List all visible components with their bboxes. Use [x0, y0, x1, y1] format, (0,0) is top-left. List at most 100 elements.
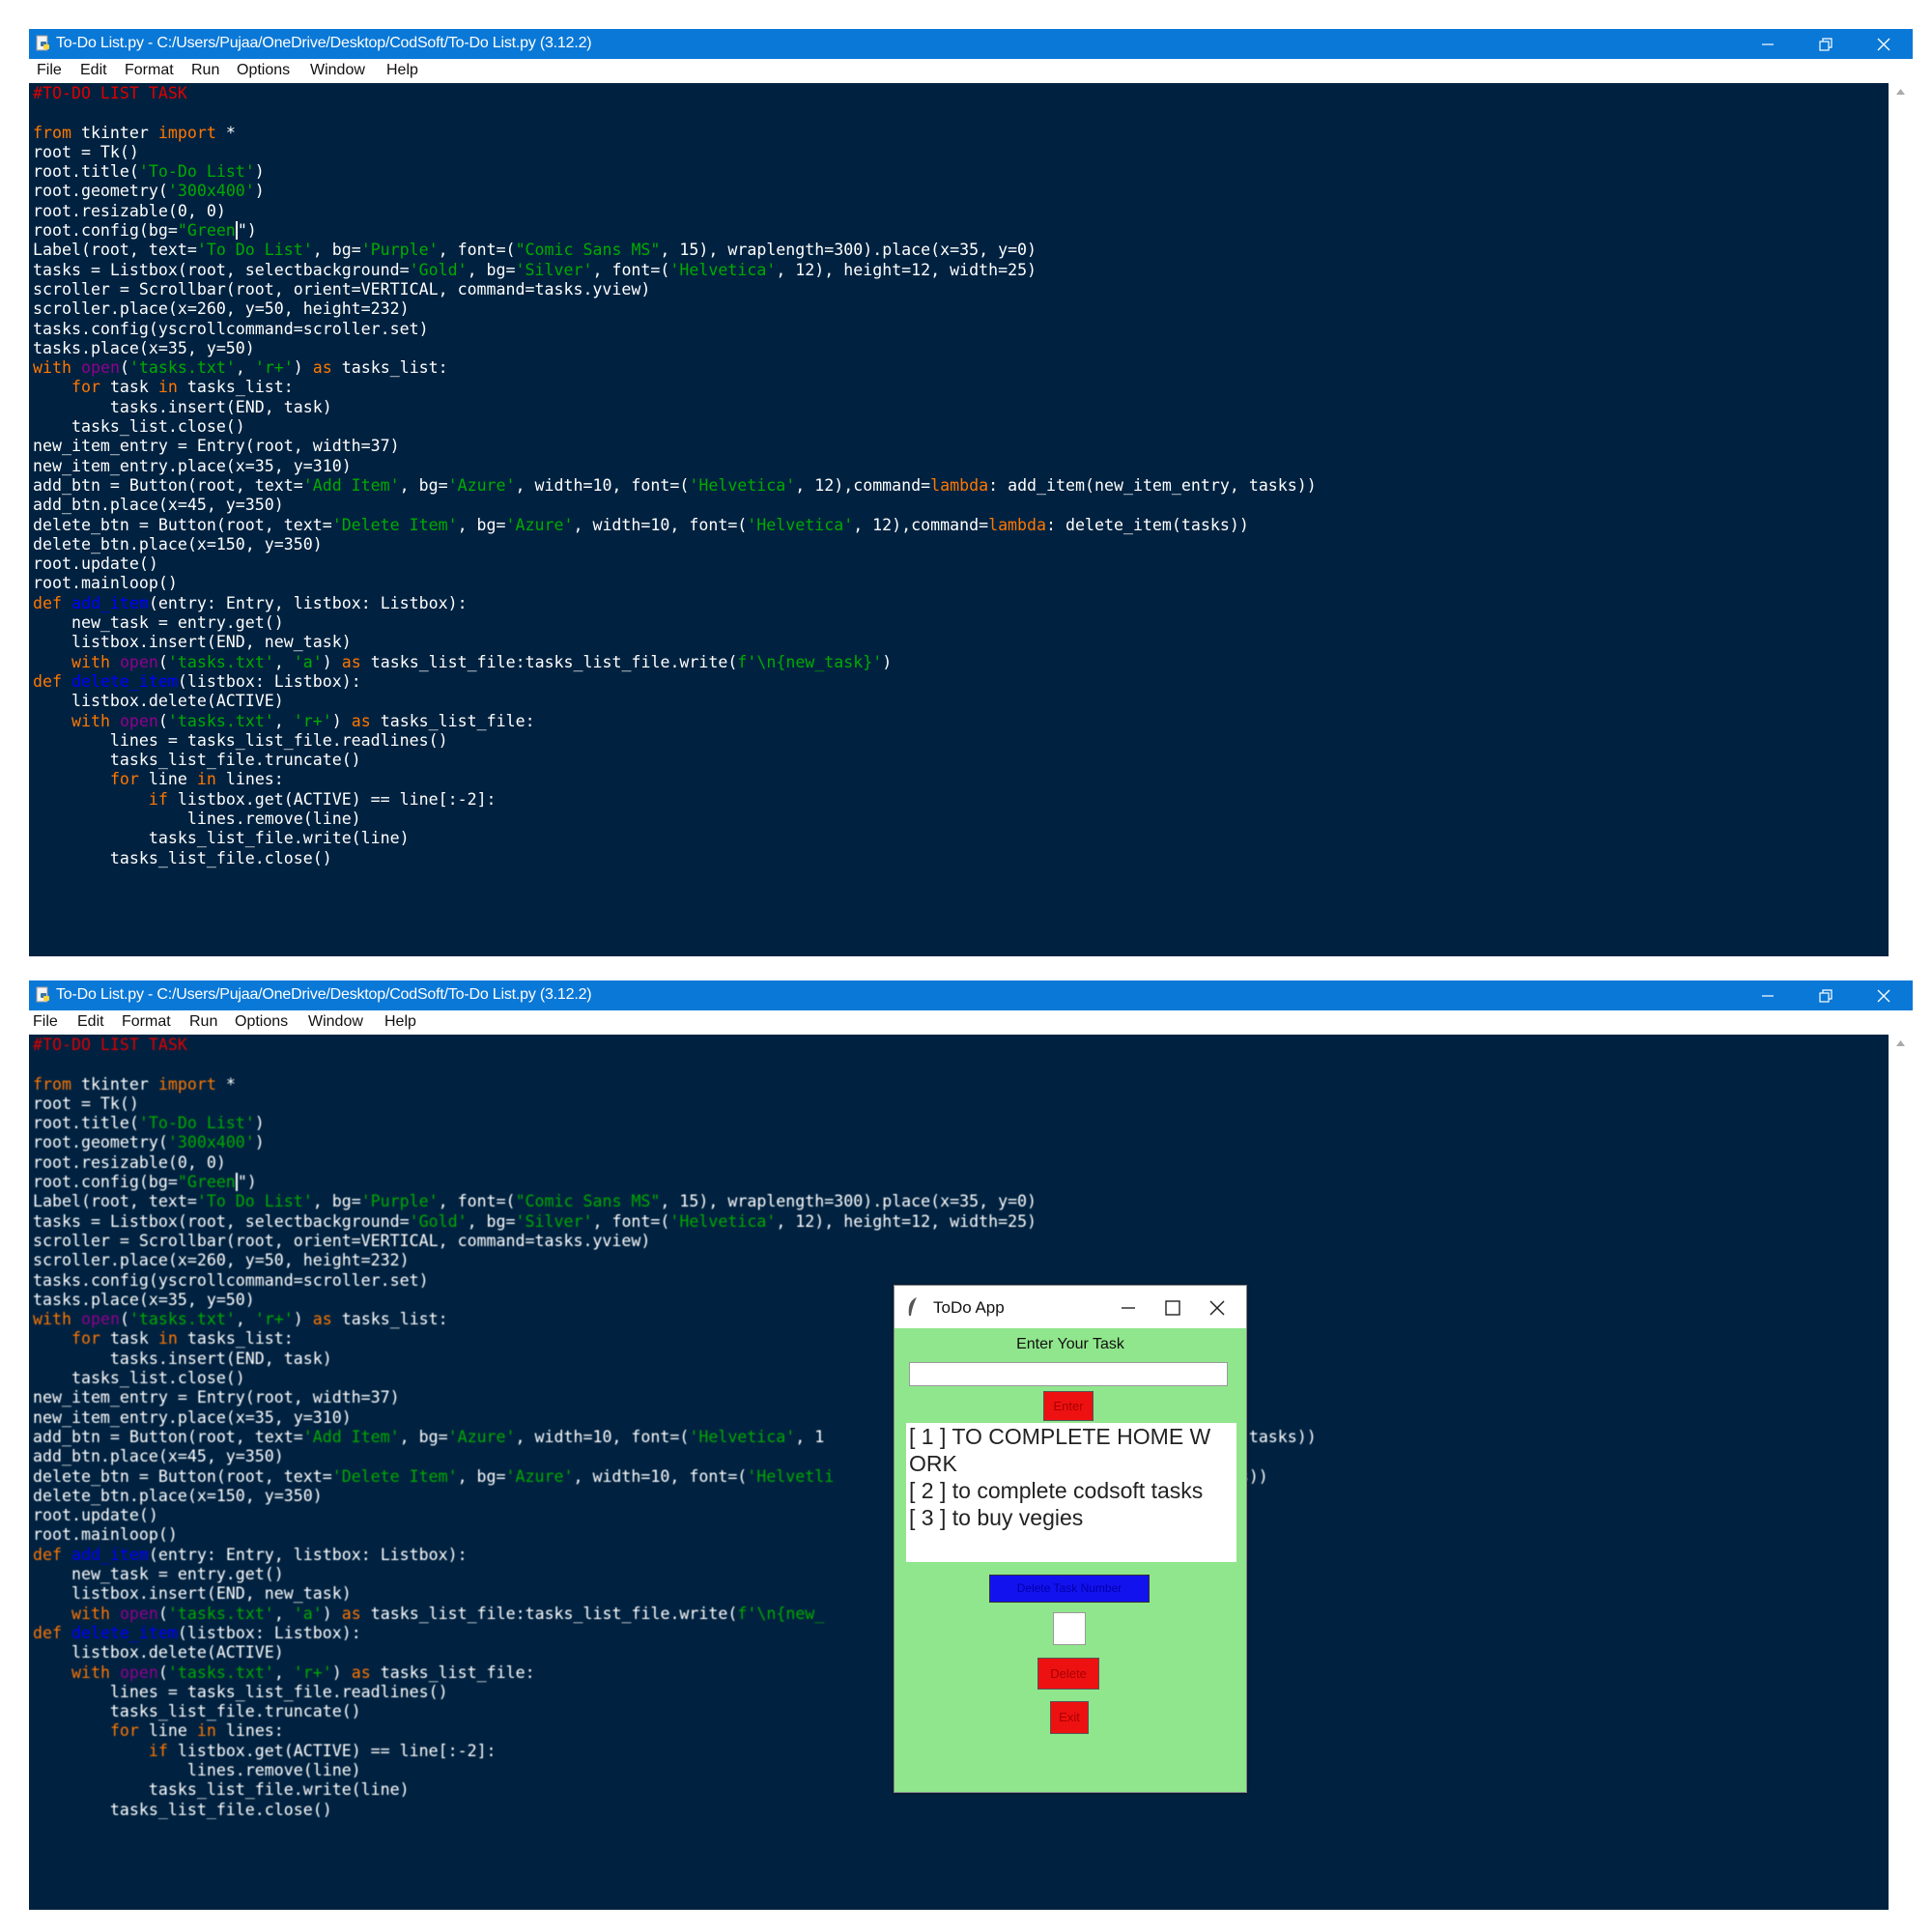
- vertical-scrollbar[interactable]: [1889, 1035, 1913, 1910]
- menu-window[interactable]: Window: [310, 62, 365, 79]
- code-line[interactable]: root.config(bg="Green "): [33, 1173, 1317, 1192]
- code-line[interactable]: listbox.delete(ACTIVE): [33, 692, 1317, 711]
- code-line[interactable]: root.title('To-Do List'): [33, 1114, 1317, 1133]
- close-button[interactable]: [1855, 29, 1913, 59]
- code-line[interactable]: tasks.config(yscrollcommand=scroller.set…: [33, 320, 1317, 339]
- menu-edit[interactable]: Edit: [80, 62, 107, 79]
- minimize-icon: [1122, 1307, 1135, 1309]
- menu-edit[interactable]: Edit: [77, 1013, 104, 1031]
- exit-button[interactable]: Exit: [1050, 1701, 1089, 1734]
- title-bar[interactable]: To-Do List.py - C:/Users/Pujaa/OneDrive/…: [29, 29, 1913, 59]
- code-line[interactable]: if listbox.get(ACTIVE) == line[:-2]:: [33, 790, 1317, 810]
- restore-button[interactable]: [1797, 29, 1855, 59]
- code-line[interactable]: root.mainloop(): [33, 574, 1317, 593]
- code-line[interactable]: delete_btn.place(x=150, y=350): [33, 535, 1317, 554]
- code-line[interactable]: [33, 1055, 1317, 1074]
- code-line[interactable]: root.resizable(0, 0): [33, 202, 1317, 221]
- menu-window[interactable]: Window: [308, 1013, 363, 1031]
- menu-format[interactable]: Format: [125, 62, 174, 79]
- scroll-up-icon[interactable]: [1896, 1040, 1905, 1046]
- close-button[interactable]: [1855, 980, 1913, 1010]
- code-line[interactable]: add_btn = Button(root, text='Add Item', …: [33, 476, 1317, 496]
- code-line[interactable]: root = Tk(): [33, 143, 1317, 162]
- code-line[interactable]: with open('tasks.txt', 'r+') as tasks_li…: [33, 712, 1317, 731]
- code-line[interactable]: root = Tk(): [33, 1094, 1317, 1114]
- code-line[interactable]: scroller = Scrollbar(root, orient=VERTIC…: [33, 1232, 1317, 1251]
- code-line[interactable]: tasks_list.close(): [33, 417, 1317, 437]
- task-number-input[interactable]: [1053, 1612, 1086, 1645]
- list-item[interactable]: [ 1 ] TO COMPLETE HOME W: [906, 1423, 1236, 1450]
- code-line[interactable]: root.geometry('300x400'): [33, 182, 1317, 201]
- enter-task-label: Enter Your Task: [1016, 1336, 1124, 1352]
- code-line[interactable]: from tkinter import *: [33, 1075, 1317, 1094]
- code-line[interactable]: root.update(): [33, 554, 1317, 574]
- code-line[interactable]: Label(root, text='To Do List', bg='Purpl…: [33, 241, 1317, 260]
- code-line[interactable]: scroller = Scrollbar(root, orient=VERTIC…: [33, 280, 1317, 299]
- enter-button[interactable]: Enter: [1043, 1391, 1094, 1421]
- code-line[interactable]: tasks_list_file.truncate(): [33, 751, 1317, 770]
- task-listbox[interactable]: [ 1 ] TO COMPLETE HOME W ORK [ 2 ] to co…: [906, 1423, 1236, 1562]
- code-line[interactable]: #TO-DO LIST TASK: [33, 84, 1317, 103]
- code-line[interactable]: from tkinter import *: [33, 124, 1317, 143]
- vertical-scrollbar[interactable]: [1889, 83, 1913, 956]
- menu-format[interactable]: Format: [122, 1013, 171, 1031]
- menu-file[interactable]: File: [33, 1013, 58, 1031]
- code-line[interactable]: add_btn.place(x=45, y=350): [33, 496, 1317, 515]
- code-line[interactable]: tasks.place(x=35, y=50): [33, 339, 1317, 358]
- list-item[interactable]: [ 2 ] to complete codsoft tasks: [906, 1477, 1236, 1504]
- code-line[interactable]: listbox.insert(END, new_task): [33, 633, 1317, 652]
- code-line[interactable]: scroller.place(x=260, y=50, height=232): [33, 1251, 1317, 1270]
- menu-options[interactable]: Options: [237, 62, 290, 79]
- close-icon: [1209, 1300, 1225, 1316]
- task-input[interactable]: [909, 1362, 1228, 1386]
- todo-close-button[interactable]: [1196, 1286, 1238, 1328]
- code-line[interactable]: with open('tasks.txt', 'a') as tasks_lis…: [33, 653, 1317, 672]
- minimize-icon: [1762, 995, 1774, 997]
- code-line[interactable]: for line in lines:: [33, 770, 1317, 789]
- menu-run[interactable]: Run: [189, 1013, 217, 1031]
- minimize-button[interactable]: [1739, 980, 1797, 1010]
- menu-help[interactable]: Help: [386, 62, 418, 79]
- menu-help[interactable]: Help: [384, 1013, 416, 1031]
- code-line[interactable]: Label(root, text='To Do List', bg='Purpl…: [33, 1192, 1317, 1211]
- scroll-up-icon[interactable]: [1896, 89, 1905, 95]
- code-line[interactable]: tasks_list_file.close(): [33, 1801, 1317, 1820]
- code-line[interactable]: new_task = entry.get(): [33, 613, 1317, 633]
- delete-task-number-label: Delete Task Number: [989, 1575, 1150, 1603]
- title-bar[interactable]: To-Do List.py - C:/Users/Pujaa/OneDrive/…: [29, 980, 1913, 1010]
- menu-options[interactable]: Options: [235, 1013, 288, 1031]
- code-line[interactable]: def add_item(entry: Entry, listbox: List…: [33, 594, 1317, 613]
- code-line[interactable]: tasks.insert(END, task): [33, 398, 1317, 417]
- code-line[interactable]: scroller.place(x=260, y=50, height=232): [33, 299, 1317, 319]
- code-line[interactable]: delete_btn = Button(root, text='Delete I…: [33, 516, 1317, 535]
- code-line[interactable]: with open('tasks.txt', 'r+') as tasks_li…: [33, 358, 1317, 378]
- code-line[interactable]: [33, 103, 1317, 123]
- todo-title-bar[interactable]: ToDo App: [895, 1286, 1246, 1328]
- code-line[interactable]: lines.remove(line): [33, 810, 1317, 829]
- code-text[interactable]: #TO-DO LIST TASK from tkinter import * ro…: [33, 84, 1317, 868]
- code-line[interactable]: root.config(bg="Green "): [33, 221, 1317, 241]
- code-line[interactable]: lines = tasks_list_file.readlines(): [33, 731, 1317, 751]
- code-line[interactable]: #TO-DO LIST TASK: [33, 1036, 1317, 1055]
- code-editor[interactable]: #TO-DO LIST TASK from tkinter import * ro…: [29, 83, 1889, 956]
- menu-file[interactable]: File: [37, 62, 62, 79]
- todo-minimize-button[interactable]: [1107, 1286, 1150, 1328]
- code-line[interactable]: tasks = Listbox(root, selectbackground='…: [33, 1212, 1317, 1232]
- todo-maximize-button[interactable]: [1151, 1286, 1194, 1328]
- code-line[interactable]: tasks = Listbox(root, selectbackground='…: [33, 261, 1317, 280]
- code-line[interactable]: for task in tasks_list:: [33, 378, 1317, 397]
- delete-button[interactable]: Delete: [1037, 1658, 1099, 1690]
- code-line[interactable]: def delete_item(listbox: Listbox):: [33, 672, 1317, 692]
- code-line[interactable]: root.resizable(0, 0): [33, 1153, 1317, 1173]
- restore-button[interactable]: [1797, 980, 1855, 1010]
- code-line[interactable]: new_item_entry = Entry(root, width=37): [33, 437, 1317, 456]
- list-item[interactable]: [ 3 ] to buy vegies: [906, 1504, 1236, 1531]
- code-line[interactable]: tasks_list_file.write(line): [33, 829, 1317, 848]
- code-line[interactable]: new_item_entry.place(x=35, y=310): [33, 457, 1317, 476]
- code-line[interactable]: tasks_list_file.close(): [33, 849, 1317, 868]
- minimize-button[interactable]: [1739, 29, 1797, 59]
- code-line[interactable]: root.geometry('300x400'): [33, 1133, 1317, 1152]
- menu-run[interactable]: Run: [191, 62, 219, 79]
- list-item[interactable]: ORK: [906, 1450, 1236, 1477]
- code-line[interactable]: root.title('To-Do List'): [33, 162, 1317, 182]
